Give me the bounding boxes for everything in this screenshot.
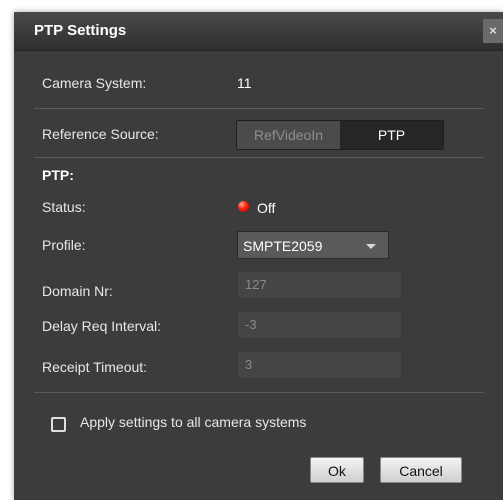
divider — [34, 108, 484, 109]
divider — [34, 157, 484, 158]
camera-system-value: 11 — [237, 75, 252, 91]
domain-nr-field[interactable]: 127 — [237, 271, 402, 299]
ok-button[interactable]: Ok — [310, 457, 364, 483]
camera-system-label: Camera System: — [42, 75, 147, 91]
reference-option-ptp[interactable]: PTP — [340, 121, 443, 149]
status-value: Off — [257, 200, 276, 216]
delay-req-interval-field[interactable]: -3 — [237, 311, 402, 339]
status-led-icon — [238, 201, 249, 212]
apply-all-label[interactable]: Apply settings to all camera systems — [80, 414, 306, 430]
ptp-settings-dialog: PTP Settings × Camera System: 11 Referen… — [14, 12, 503, 500]
receipt-timeout-label: Receipt Timeout: — [42, 359, 148, 375]
reference-source-toggle: RefVideoIn PTP — [236, 120, 444, 150]
close-icon[interactable]: × — [483, 19, 503, 43]
reference-source-label: Reference Source: — [42, 126, 159, 142]
apply-all-checkbox[interactable] — [51, 417, 66, 432]
cancel-button[interactable]: Cancel — [380, 457, 462, 483]
title-bar[interactable]: PTP Settings × — [14, 12, 503, 51]
profile-label: Profile: — [42, 237, 86, 253]
delay-req-interval-label: Delay Req Interval: — [42, 318, 162, 334]
profile-select-value: SMPTE2059 — [243, 238, 323, 254]
dialog-title: PTP Settings — [34, 22, 127, 39]
status-label: Status: — [42, 199, 86, 215]
chevron-down-icon — [366, 244, 376, 249]
receipt-timeout-field[interactable]: 3 — [237, 351, 402, 379]
divider — [34, 392, 484, 393]
ptp-section-title: PTP: — [42, 167, 74, 183]
reference-option-refvideoin[interactable]: RefVideoIn — [237, 121, 340, 149]
domain-nr-label: Domain Nr: — [42, 283, 113, 299]
profile-select[interactable]: SMPTE2059 — [237, 231, 389, 259]
